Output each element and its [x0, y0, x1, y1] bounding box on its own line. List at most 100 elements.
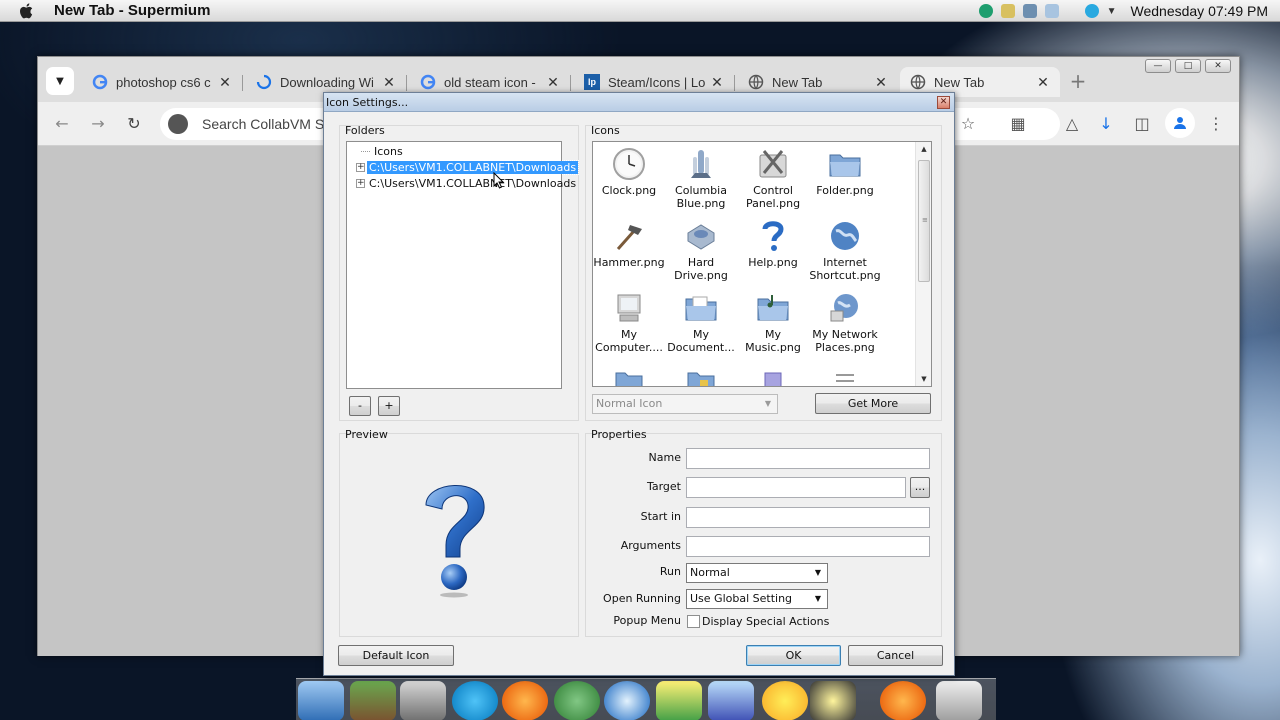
- dialog-close-button[interactable]: ✕: [937, 96, 950, 109]
- star-dock-icon[interactable]: [810, 681, 856, 720]
- thunderbird-dock-icon[interactable]: [604, 681, 650, 720]
- tab-label: New Tab: [772, 74, 823, 90]
- tab-label: old steam icon -: [444, 74, 536, 90]
- tree-folder-item[interactable]: + C:\Users\VM1.COLLABNET\Downloads: [356, 160, 580, 175]
- close-icon[interactable]: ✕: [872, 74, 890, 91]
- chrome-dock-icon[interactable]: [554, 681, 600, 720]
- tab-photoshop[interactable]: photoshop cs6 c ✕: [82, 67, 242, 97]
- default-icon-button[interactable]: Default Icon: [338, 645, 454, 666]
- tree-folder-item[interactable]: + C:\Users\VM1.COLLABNET\Downloads: [356, 176, 578, 191]
- browse-target-button[interactable]: ...: [910, 477, 930, 498]
- expand-icon[interactable]: +: [356, 163, 365, 172]
- icon-settings-dialog: Icon Settings... ✕ Folders Icons + C:\Us…: [323, 92, 955, 676]
- star-icon[interactable]: ☆: [958, 114, 978, 134]
- close-icon[interactable]: ✕: [1034, 74, 1052, 91]
- skype-dock-icon[interactable]: [452, 681, 498, 720]
- close-icon[interactable]: ✕: [544, 74, 562, 91]
- hourglass-dock-icon[interactable]: [708, 681, 754, 720]
- folders-tree[interactable]: Icons + C:\Users\VM1.COLLABNET\Downloads…: [346, 141, 580, 389]
- icon-item-internet-shortcut[interactable]: Internet Shortcut.png: [809, 218, 881, 282]
- open-running-select[interactable]: Use Global Setting ▼: [686, 589, 828, 609]
- apple-menu-icon[interactable]: [18, 2, 34, 19]
- omnibox-text: Search CollabVM Se: [202, 116, 332, 132]
- open-running-value: Use Global Setting: [690, 592, 793, 605]
- firefox-dock-icon[interactable]: [502, 681, 548, 720]
- icon-item-my-documents[interactable]: My Document...: [665, 290, 737, 354]
- icon-item-clock[interactable]: Clock.png: [593, 146, 665, 197]
- icon-item-partial[interactable]: [593, 362, 665, 386]
- scroll-up-icon[interactable]: ▲: [916, 142, 931, 156]
- icon-item-partial[interactable]: [665, 362, 737, 386]
- new-tab-button[interactable]: +: [1066, 70, 1090, 94]
- back-icon[interactable]: ←: [52, 114, 72, 134]
- folder-tray-icon[interactable]: [1000, 4, 1015, 18]
- profile-avatar[interactable]: [1165, 108, 1195, 138]
- minimize-button[interactable]: —: [1145, 59, 1171, 73]
- chevron-down-icon[interactable]: ▼: [1107, 6, 1117, 17]
- icon-item-folder[interactable]: Folder.png: [809, 146, 881, 197]
- forward-icon[interactable]: →: [88, 114, 108, 134]
- side-panel-icon[interactable]: ◫: [1132, 114, 1152, 134]
- icon-item-label: My Computer....: [595, 328, 663, 354]
- hard-drive-icon: [683, 218, 719, 254]
- reload-icon[interactable]: ↻: [124, 114, 144, 134]
- display-special-label[interactable]: Display Special Actions: [702, 615, 829, 628]
- icon-item-hammer[interactable]: Hammer.png: [593, 218, 665, 269]
- arguments-input[interactable]: [686, 536, 930, 557]
- icon-item-partial[interactable]: [737, 362, 809, 386]
- icon-item-help[interactable]: Help.png: [737, 218, 809, 269]
- close-icon[interactable]: ✕: [380, 74, 398, 91]
- name-input[interactable]: [686, 448, 930, 469]
- internet-shortcut-icon: [827, 218, 863, 254]
- add-folder-button[interactable]: +: [378, 396, 400, 416]
- game-dock-icon[interactable]: [656, 681, 702, 720]
- scroll-down-icon[interactable]: ▼: [916, 372, 931, 386]
- icon-item-partial[interactable]: [809, 362, 881, 386]
- menu-icon[interactable]: ⋮: [1206, 114, 1226, 134]
- icons-list[interactable]: Clock.png Columbia Blue.png Control Pane…: [592, 141, 932, 387]
- icon-item-control-panel[interactable]: Control Panel.png: [737, 146, 809, 210]
- document-tray-icon[interactable]: [1044, 4, 1059, 18]
- icon-item-columbia[interactable]: Columbia Blue.png: [665, 146, 737, 210]
- tab-search-button[interactable]: ▼: [46, 67, 74, 95]
- monitor-tray-icon[interactable]: [1022, 4, 1037, 18]
- icon-item-my-network-places[interactable]: My Network Places.png: [809, 290, 881, 354]
- chat-tray-icon[interactable]: [978, 4, 993, 18]
- ok-button[interactable]: OK: [746, 645, 841, 666]
- dock: [296, 678, 996, 720]
- scroll-thumb[interactable]: ≡: [918, 160, 930, 282]
- trash-dock-icon[interactable]: [936, 681, 982, 720]
- icon-item-hard-drive[interactable]: Hard Drive.png: [665, 218, 737, 282]
- download-icon[interactable]: ↓: [1096, 114, 1116, 134]
- firefox-dock-icon[interactable]: [880, 681, 926, 720]
- expand-icon[interactable]: +: [356, 179, 365, 188]
- display-special-checkbox[interactable]: [687, 615, 700, 628]
- maximize-button[interactable]: □: [1175, 59, 1201, 73]
- settings-dock-icon[interactable]: [400, 681, 446, 720]
- start-in-input[interactable]: [686, 507, 930, 528]
- tree-root[interactable]: Icons: [361, 144, 405, 159]
- close-window-button[interactable]: ✕: [1205, 59, 1231, 73]
- icon-type-select[interactable]: Normal Icon ▼: [592, 394, 778, 414]
- labs-icon[interactable]: △: [1062, 114, 1082, 134]
- target-input[interactable]: [686, 477, 906, 498]
- finder-dock-icon[interactable]: [298, 681, 344, 720]
- get-more-button[interactable]: Get More: [815, 393, 931, 414]
- close-icon[interactable]: ✕: [708, 74, 726, 91]
- cancel-button[interactable]: Cancel: [848, 645, 943, 666]
- run-select[interactable]: Normal ▼: [686, 563, 828, 583]
- icon-item-my-music[interactable]: My Music.png: [737, 290, 809, 354]
- minecraft-dock-icon[interactable]: [350, 681, 396, 720]
- extensions-icon[interactable]: ▦: [1008, 114, 1028, 134]
- app-title[interactable]: New Tab - Supermium: [54, 2, 210, 19]
- close-icon[interactable]: ✕: [216, 74, 234, 91]
- dialog-title-bar[interactable]: Icon Settings...: [324, 93, 954, 112]
- preview-help-icon: [416, 477, 492, 601]
- remove-folder-button[interactable]: -: [349, 396, 371, 416]
- icons-scrollbar[interactable]: ▲ ≡ ▼: [915, 142, 931, 386]
- clock[interactable]: Wednesday 07:49 PM: [1131, 3, 1269, 19]
- skype-tray-icon[interactable]: [1084, 4, 1099, 18]
- icon-item-my-computer[interactable]: My Computer....: [593, 290, 665, 354]
- tab-label: Steam/Icons | Lo: [608, 74, 706, 90]
- emoticon-dock-icon[interactable]: [762, 681, 808, 720]
